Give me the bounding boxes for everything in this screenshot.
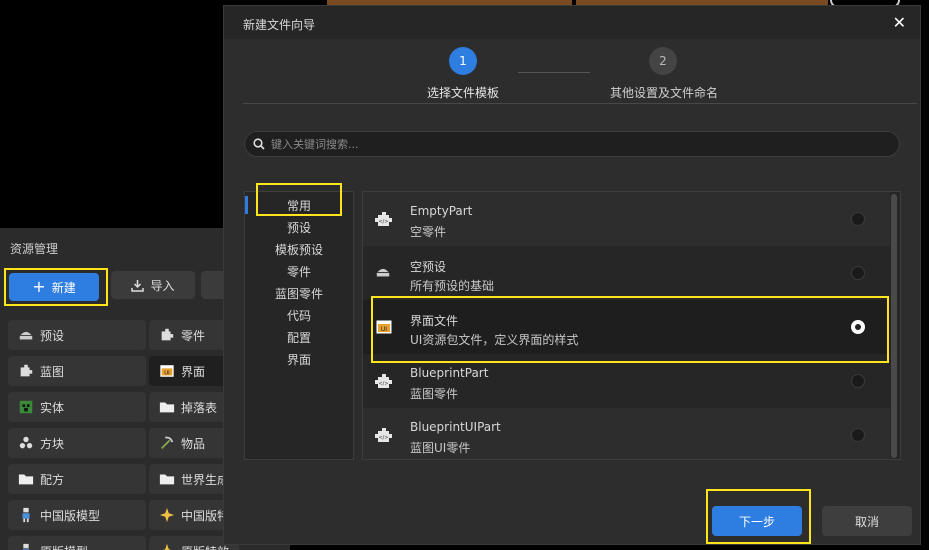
new-file-wizard-dialog: 新建文件向导 ✕ 1 2 选择文件模板 其他设置及文件命名 常用预设模板预设零件… [223,5,921,545]
folder-icon [18,471,34,487]
resource-item-label: 方块 [40,436,65,451]
template-description: 蓝图零件 [410,387,459,401]
folder-icon [159,399,175,415]
step-2-indicator: 2 [649,47,677,75]
template-item[interactable]: </> EmptyPart 空零件 [363,192,890,246]
effect-icon [159,543,175,550]
template-description: 空零件 [410,225,447,239]
close-icon[interactable]: ✕ [893,13,906,32]
resource-item[interactable]: 蓝图 [8,356,146,386]
resource-item[interactable]: 原版模型 [8,536,146,550]
svg-text:UI: UI [164,371,170,377]
resource-item-label: 预设 [40,328,65,343]
resource-item-label: 物品 [181,436,206,451]
category-item[interactable]: 界面 [245,351,353,368]
resource-item-label: 原版模型 [40,543,88,550]
step-1-indicator: 1 [449,47,477,75]
resource-item-label: 世界生成 [181,472,230,487]
entity-icon [18,399,34,415]
resource-item[interactable]: 配方 [8,464,146,494]
svg-text:</>: </> [378,435,388,441]
highlight-box [706,489,811,544]
resource-item-label: 界面 [181,364,206,379]
template-radio[interactable] [851,428,865,442]
svg-text:</>: </> [378,381,388,387]
puzzle-icon: </> [375,372,393,390]
resource-item[interactable]: 中国版模型 [8,500,146,530]
divider [243,103,917,104]
pickaxe-icon [159,435,175,451]
model-icon [18,543,34,550]
resource-item-label: 掉落表 [181,400,218,415]
template-radio[interactable] [851,212,865,226]
highlight-box [4,268,108,306]
resource-item-label: 中国版模型 [40,508,101,523]
template-name: EmptyPart [410,204,473,218]
resource-item[interactable]: 预设 [8,320,146,350]
highlight-box [256,183,342,216]
template-description: 所有预设的基础 [410,279,495,293]
blueprint-icon [18,363,34,379]
scrollbar[interactable] [891,194,897,458]
resource-item-label: 零件 [181,328,206,343]
category-item[interactable]: 蓝图零件 [245,285,353,302]
svg-text:</>: </> [378,219,388,225]
search-icon [253,138,265,150]
template-description: 蓝图UI零件 [410,441,471,455]
model-icon [18,507,34,523]
block-icon [18,435,34,451]
effect-icon [159,507,175,523]
preset-icon [18,327,34,343]
step-1-label: 选择文件模板 [427,86,500,100]
category-item[interactable]: 代码 [245,307,353,324]
folder-icon [159,471,175,487]
part-icon [159,327,175,343]
puzzle-icon: </> [375,210,393,228]
template-radio[interactable] [851,374,865,388]
resource-item[interactable]: 方块 [8,428,146,458]
resource-manager-title: 资源管理 [10,242,59,256]
resource-item-label: 原版特效 [181,543,229,550]
resource-item-label: 实体 [40,400,65,415]
dialog-header: 新建文件向导 ✕ [224,6,920,39]
import-button[interactable]: 导入 [111,271,195,299]
resource-item-label: 配方 [40,472,65,487]
import-icon [131,279,145,292]
category-list: 常用 预设 模板预设 零件 蓝图零件 代码 配置 界面 [244,191,354,460]
highlight-box [371,296,889,363]
search-bar [244,131,900,157]
app-root: 资源管理 + 新建 导入 预设 零件 蓝图 UI 界面 实体 掉落表 方块 物品 配方 世界生成 中国… [0,0,929,550]
puzzle-icon: </> [375,426,393,444]
resource-item[interactable]: 实体 [8,392,146,422]
template-item[interactable]: </> BlueprintUIPart 蓝图UI零件 [363,408,890,459]
category-item[interactable]: 预设 [245,219,353,236]
category-item[interactable]: 模板预设 [245,241,353,258]
step-connector [518,72,590,73]
resource-item-label: 蓝图 [40,364,65,379]
dialog-title: 新建文件向导 [243,18,316,32]
template-item[interactable]: 空预设所有预设的基础 [363,246,890,300]
category-item[interactable]: 零件 [245,263,353,280]
template-name: BlueprintPart [410,366,489,380]
preset-icon [375,264,393,282]
cancel-button[interactable]: 取消 [822,506,912,536]
template-radio[interactable] [851,266,865,280]
search-input[interactable] [271,137,871,151]
category-item[interactable]: 配置 [245,329,353,346]
template-name: BlueprintUIPart [410,420,501,434]
step-2-label: 其他设置及文件命名 [610,86,719,100]
ui-icon: UI [159,363,175,379]
template-name: 空预设 [410,260,447,274]
import-button-label: 导入 [150,278,175,293]
